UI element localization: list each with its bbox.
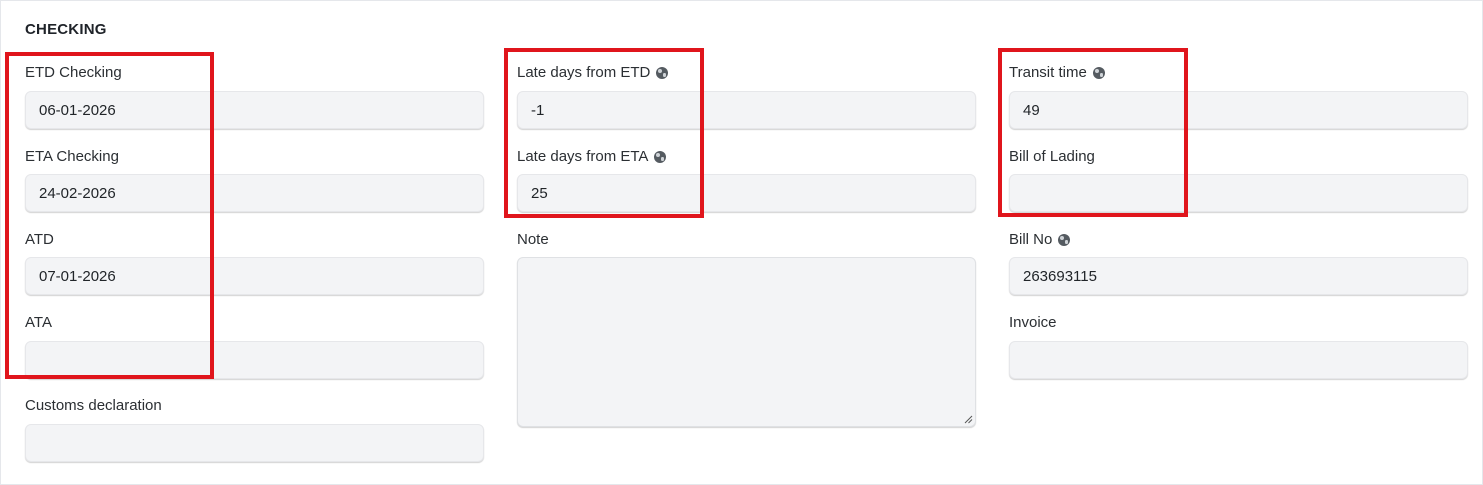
late-days-etd-label-text: Late days from ETD xyxy=(517,64,651,81)
customs-declaration-label: Customs declaration xyxy=(25,397,162,414)
bill-of-lading-input[interactable] xyxy=(1009,174,1468,212)
invoice-label: Invoice xyxy=(1009,314,1057,331)
late-days-eta-label-text: Late days from ETA xyxy=(517,148,649,165)
transit-time-input[interactable] xyxy=(1009,91,1468,129)
customs-declaration-label-text: Customs declaration xyxy=(25,397,162,414)
late-days-eta-label: Late days from ETA xyxy=(517,148,667,165)
resize-handle-icon[interactable] xyxy=(963,414,973,424)
globe-icon xyxy=(654,150,667,163)
etd-checking-input[interactable] xyxy=(25,91,484,129)
transit-time-label-text: Transit time xyxy=(1009,64,1087,81)
invoice-label-text: Invoice xyxy=(1009,314,1057,331)
bill-of-lading-label: Bill of Lading xyxy=(1009,148,1095,165)
eta-checking-input[interactable] xyxy=(25,174,484,212)
checking-panel: CHECKING ETD Checking ETA Checking ATD A… xyxy=(0,0,1483,485)
globe-icon xyxy=(1092,66,1105,79)
etd-checking-label-text: ETD Checking xyxy=(25,64,122,81)
note-label-text: Note xyxy=(517,231,549,248)
globe-icon xyxy=(656,66,669,79)
ata-input[interactable] xyxy=(25,341,484,379)
bill-no-input[interactable] xyxy=(1009,257,1468,295)
late-days-etd-input[interactable] xyxy=(517,91,976,129)
ata-label-text: ATA xyxy=(25,314,52,331)
globe-icon xyxy=(1058,233,1071,246)
note-textarea[interactable] xyxy=(517,257,976,427)
atd-input[interactable] xyxy=(25,257,484,295)
bill-of-lading-label-text: Bill of Lading xyxy=(1009,148,1095,165)
invoice-input[interactable] xyxy=(1009,341,1468,379)
section-title: CHECKING xyxy=(25,21,107,38)
late-days-etd-label: Late days from ETD xyxy=(517,64,669,81)
eta-checking-label: ETA Checking xyxy=(25,148,119,165)
late-days-eta-input[interactable] xyxy=(517,174,976,212)
atd-label: ATD xyxy=(25,231,54,248)
ata-label: ATA xyxy=(25,314,52,331)
eta-checking-label-text: ETA Checking xyxy=(25,148,119,165)
etd-checking-label: ETD Checking xyxy=(25,64,122,81)
bill-no-label-text: Bill No xyxy=(1009,231,1053,248)
note-label: Note xyxy=(517,231,549,248)
bill-no-label: Bill No xyxy=(1009,231,1071,248)
transit-time-label: Transit time xyxy=(1009,64,1105,81)
customs-declaration-input[interactable] xyxy=(25,424,484,462)
atd-label-text: ATD xyxy=(25,231,54,248)
